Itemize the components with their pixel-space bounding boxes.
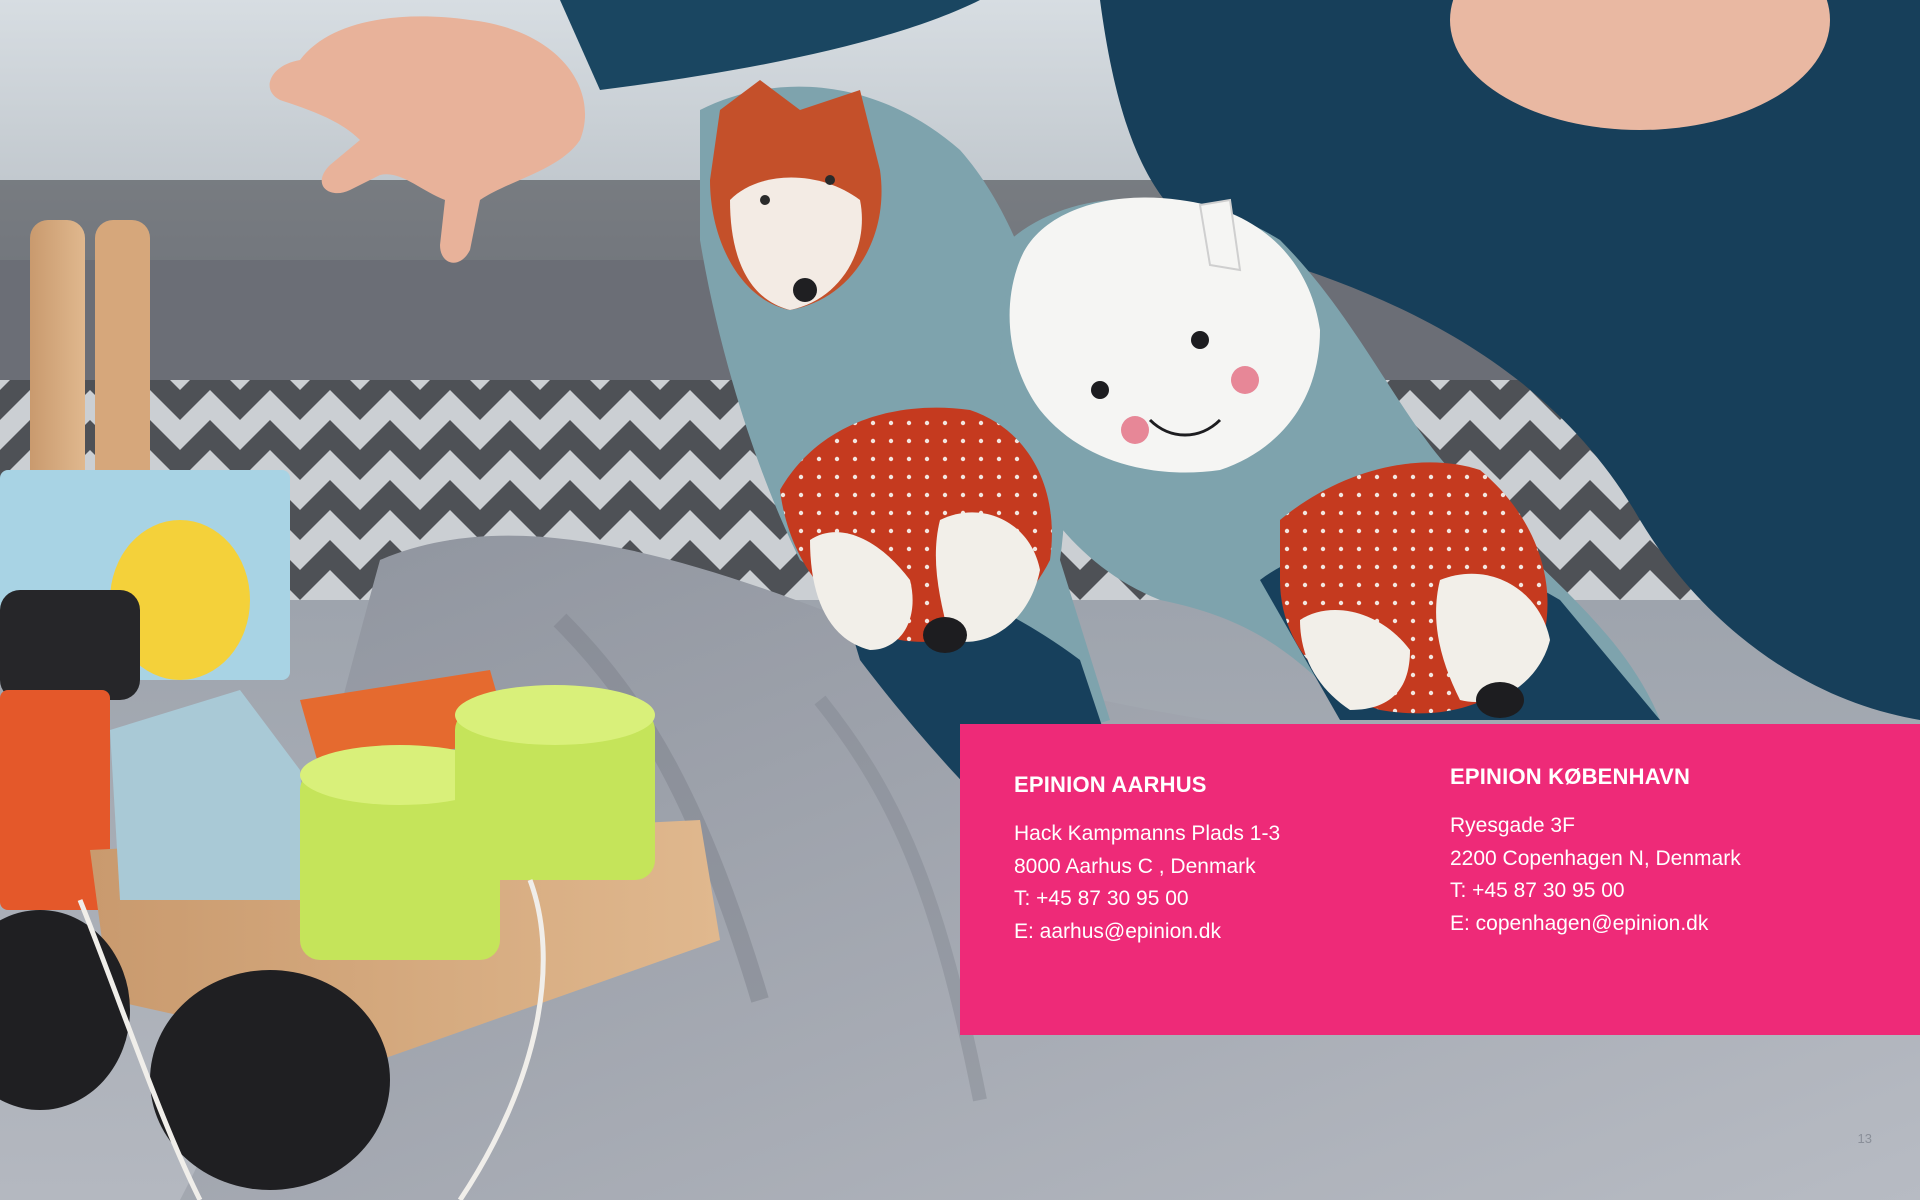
address-line: Ryesgade 3F xyxy=(1450,814,1575,837)
address-line: 8000 Aarhus C , Denmark xyxy=(1014,854,1256,878)
address-line: 2200 Copenhagen N, Denmark xyxy=(1450,846,1741,870)
office-title: EPINION AARHUS xyxy=(1014,772,1207,797)
page-number: 13 xyxy=(1857,1131,1872,1146)
office-copenhagen: EPINION KØBENHAVN Ryesgade 3F 2200 Copen… xyxy=(1450,764,1870,940)
phone-number: T: +45 87 30 95 00 xyxy=(1450,879,1625,902)
address-line: Hack Kampmanns Plads 1-3 xyxy=(1014,822,1281,845)
office-aarhus: EPINION AARHUS Hack Kampmanns Plads 1-3 … xyxy=(1014,772,1434,948)
office-title: EPINION KØBENHAVN xyxy=(1450,764,1691,789)
contact-panel: EPINION AARHUS Hack Kampmanns Plads 1-3 … xyxy=(960,724,1920,1035)
email-address: E: aarhus@epinion.dk xyxy=(1014,919,1221,943)
email-address: E: copenhagen@epinion.dk xyxy=(1450,911,1709,935)
phone-number: T: +45 87 30 95 00 xyxy=(1014,887,1189,910)
